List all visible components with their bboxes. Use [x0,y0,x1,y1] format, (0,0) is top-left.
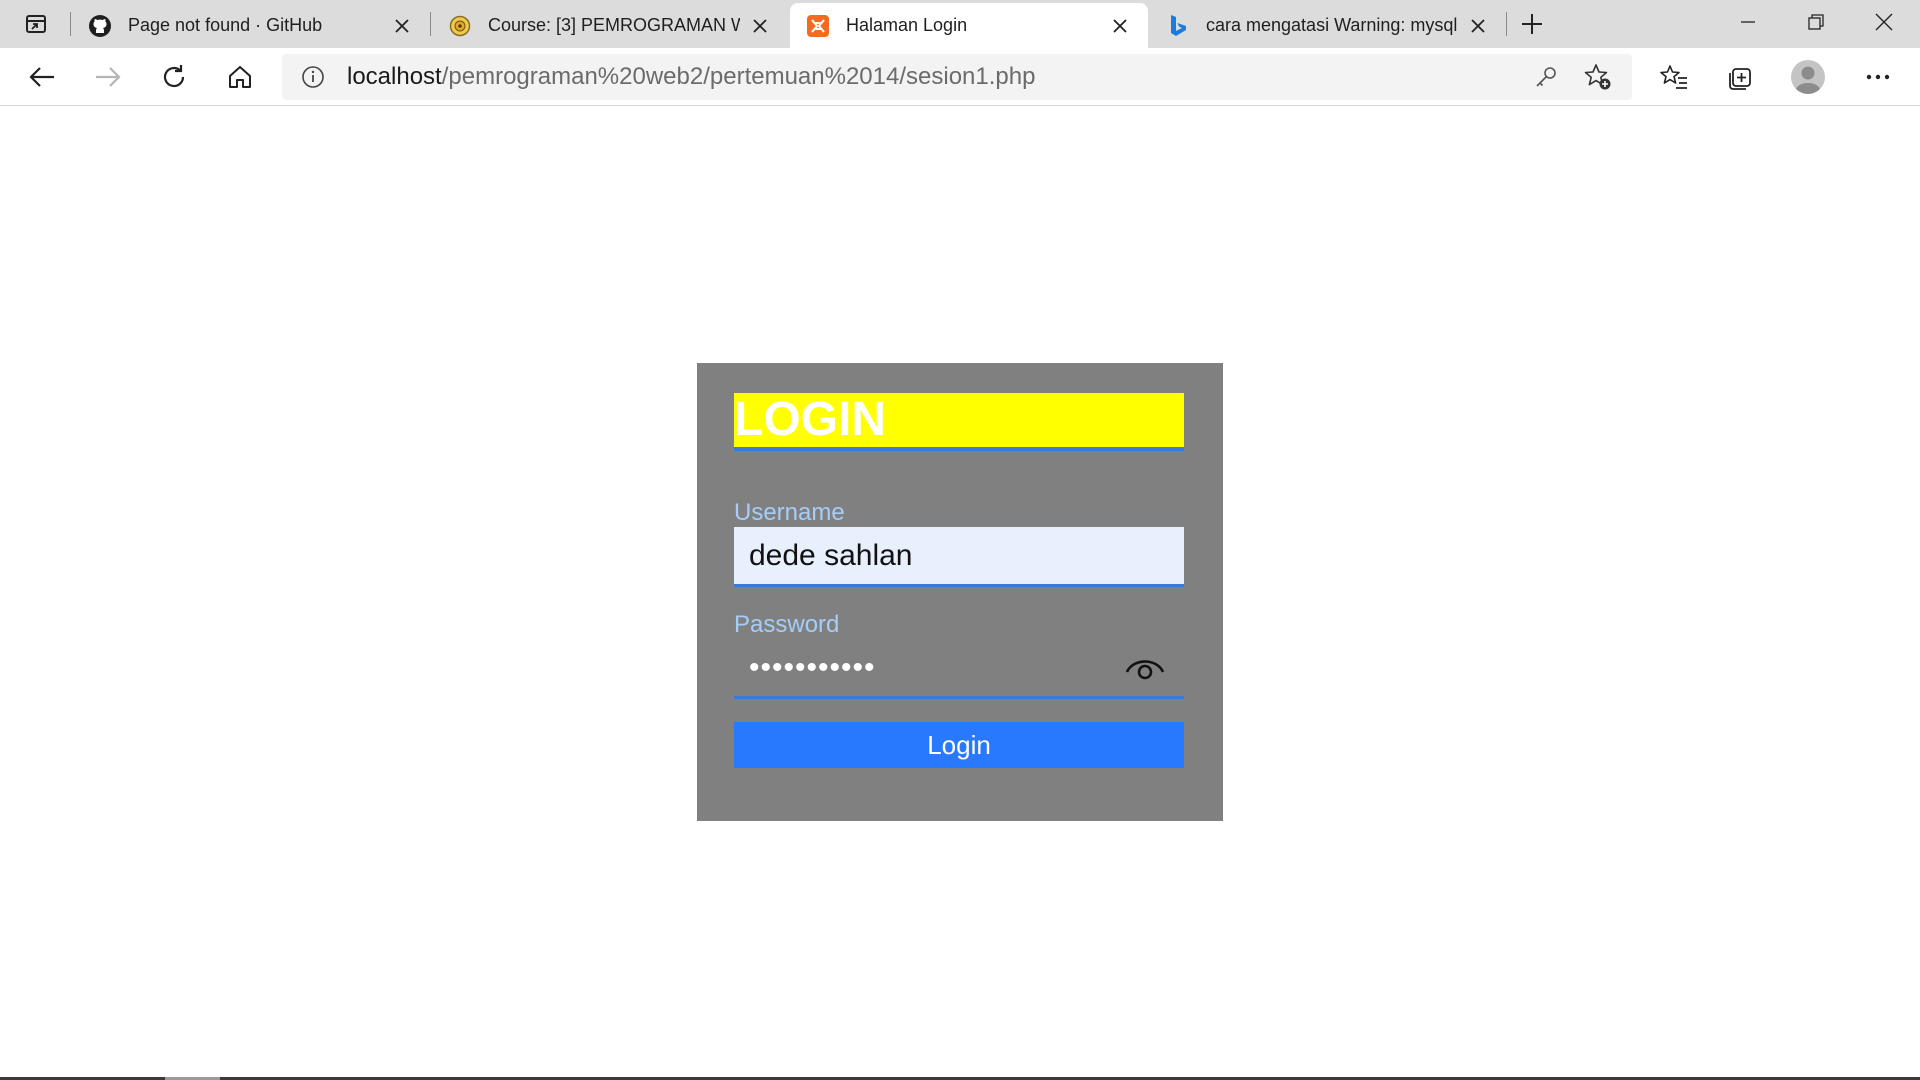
tab-strip: Page not found · GitHub Course: [3] PEMR… [0,0,1920,48]
restore-button[interactable] [1782,0,1850,44]
more-icon [1866,74,1890,80]
arrow-right-icon [96,67,121,87]
close-window-button[interactable] [1850,0,1918,44]
tab-title: Course: [3] PEMROGRAMAN WEB [488,15,740,35]
collections-icon [1729,68,1751,90]
more-menu-button[interactable] [1858,57,1898,97]
tab-actions-icon [26,15,46,33]
back-button[interactable] [22,57,62,97]
home-icon [229,66,251,88]
username-input[interactable] [734,527,1184,587]
login-button[interactable]: Login [734,722,1184,768]
login-panel: LOGIN Username Password Login [697,363,1223,821]
tab-separator [70,12,71,36]
reveal-password-icon[interactable] [1125,654,1165,684]
tab-halaman-login[interactable]: Halaman Login [790,3,1148,48]
collections-button[interactable] [1720,57,1760,97]
url-host: localhost [347,63,442,90]
arrow-left-icon [29,67,54,87]
home-button[interactable] [220,57,260,97]
tab-title: Halaman Login [846,15,968,35]
password-label: Password [734,611,840,638]
close-tab-icon[interactable] [1464,12,1492,40]
restore-icon [1808,14,1824,30]
close-window-icon [1875,13,1893,31]
key-icon[interactable] [1530,61,1562,93]
url-text[interactable]: localhost/pemrograman%20web2/pertemuan%2… [347,63,1035,91]
xampp-icon [806,14,830,38]
minimize-button[interactable] [1714,0,1782,44]
favorites-icon [1660,65,1687,89]
course-emblem-icon [448,14,472,38]
refresh-icon [163,65,185,88]
refresh-button[interactable] [154,57,194,97]
minimize-icon [1741,21,1755,23]
tab-title: cara mengatasi Warning: mysqli_ [1206,15,1458,35]
github-icon [88,14,112,38]
add-favorite-icon[interactable] [1582,61,1614,93]
password-input[interactable] [734,639,1184,699]
username-label: Username [734,499,845,526]
close-tab-icon[interactable] [388,12,416,40]
tab-separator [430,12,431,36]
bing-icon [1166,14,1190,38]
url-path: /pemrograman%20web2/pertemuan%2014/sesio… [441,63,1036,90]
new-tab-button[interactable] [1515,8,1549,40]
forward-button[interactable] [88,57,128,97]
tab-actions-button[interactable] [14,8,58,40]
info-icon[interactable] [300,64,326,90]
tab-bing-search[interactable]: cara mengatasi Warning: mysqli_ [1150,3,1506,48]
tab-course[interactable]: Course: [3] PEMROGRAMAN WEB [432,3,788,48]
plus-icon [1522,14,1542,34]
close-tab-icon[interactable] [1106,12,1134,40]
close-tab-icon[interactable] [746,12,774,40]
address-bar[interactable]: localhost/pemrograman%20web2/pertemuan%2… [282,54,1632,100]
tab-title: Page not found · GitHub [128,15,323,35]
browser-toolbar: localhost/pemrograman%20web2/pertemuan%2… [0,48,1920,106]
avatar-icon [1791,60,1825,94]
login-title: LOGIN [734,393,1184,451]
tab-github[interactable]: Page not found · GitHub [72,3,430,48]
tab-separator [1506,12,1507,36]
favorites-button[interactable] [1654,57,1694,97]
profile-button[interactable] [1788,57,1828,97]
